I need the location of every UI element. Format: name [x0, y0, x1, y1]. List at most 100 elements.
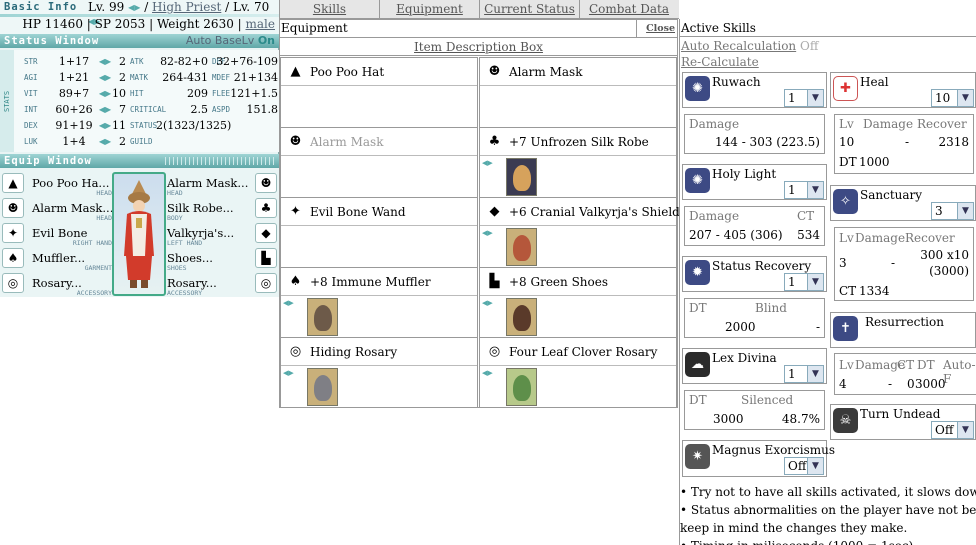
status-recovery-level-select[interactable]: 1 ▼: [784, 273, 824, 291]
sanctuary-lv: 3: [839, 256, 847, 270]
stat-label: AGI: [24, 73, 38, 82]
ruwach-damage: 144 - 303 (223.5): [714, 135, 820, 149]
stat-label: STR: [24, 57, 38, 66]
close-button[interactable]: Close: [646, 20, 675, 37]
ruwach-level-value: 1: [788, 91, 796, 105]
equip-slot[interactable]: ◆ Valkyrja's... LEFT HAND: [167, 220, 279, 247]
equipment-slot[interactable]: ▲ Poo Poo Hat: [280, 57, 478, 128]
lex-divina-details: DT Silenced 3000 48.7%: [684, 390, 825, 430]
stat-cost: 11: [112, 119, 126, 132]
lex-divina-level-select[interactable]: 1 ▼: [784, 365, 824, 383]
stat-row: LUK 1+4 ◀▶ 2 GUILD: [16, 134, 278, 150]
card-arrows-icon[interactable]: ◀▶: [283, 299, 294, 307]
magnus-level-select[interactable]: Off ▼: [784, 457, 824, 475]
equipment-slot[interactable]: ▙ +8 Green Shoes ◀▶: [479, 267, 677, 338]
skill-name: Ruwach: [712, 75, 761, 89]
equipment-name: Evil Bone Wand: [310, 205, 406, 219]
note-line: • Timing in miliseconds (1000 = 1sec): [680, 537, 976, 545]
equipment-slot[interactable]: ◆ +6 Cranial Valkyrja's Shield ◀▶: [479, 197, 680, 268]
status-recovery-level-value: 1: [788, 275, 796, 289]
equipment-slot[interactable]: ◎ Hiding Rosary ◀▶: [280, 337, 478, 408]
gender-link[interactable]: male: [246, 17, 275, 31]
card-arrows-icon[interactable]: ◀▶: [283, 369, 294, 377]
equip-slot[interactable]: ♣ Silk Robe... BODY: [167, 195, 279, 222]
derived-value: 82-82+0: [160, 55, 208, 68]
character-panel: Basic Info Lv. 99 ◀▶ / High Priest / Lv.…: [0, 0, 279, 297]
card-arrows-icon[interactable]: ◀▶: [482, 369, 493, 377]
equip-slot[interactable]: ▲ Poo Poo Ha... HEAD: [0, 170, 112, 197]
equip-slot[interactable]: ▙ Shoes... SHOES: [167, 245, 279, 272]
stat-row: VIT 89+7 ◀▶ 10 HIT 209 FLEE 121+1.5: [16, 86, 278, 102]
tab-combat-data[interactable]: Combat Data: [579, 0, 678, 19]
weight-value: Weight 2630: [156, 17, 234, 31]
damage-header: Damage: [689, 117, 740, 131]
tab-equipment[interactable]: Equipment: [379, 0, 479, 19]
turn-undead-level-value: Off: [935, 423, 954, 437]
ruwach-icon: ✺: [685, 76, 710, 101]
stat-value: 1+21: [58, 71, 90, 84]
card-arrows-icon[interactable]: ◀▶: [482, 229, 493, 237]
sanctuary-ct: 1334: [859, 284, 890, 298]
auto-base-lv-value: On: [257, 34, 275, 47]
card-arrows-icon[interactable]: ◀▶: [482, 159, 493, 167]
card-figure: [513, 165, 531, 191]
equipment-slot[interactable]: ☻ Alarm Mask: [280, 127, 478, 198]
base-level-arrows-icon[interactable]: ◀▶: [128, 3, 140, 12]
card-arrows-icon[interactable]: ◀▶: [482, 299, 493, 307]
alarm-mask-icon: ☻: [255, 173, 277, 193]
ruwach-level-select[interactable]: 1 ▼: [784, 89, 824, 107]
status-recovery-details: DT Blind 2000 -: [684, 298, 825, 338]
equipment-slot[interactable]: ♠ +8 Immune Muffler ◀▶: [280, 267, 478, 338]
heal-dt: 1000: [859, 155, 890, 169]
equipment-slot[interactable]: ◎ Four Leaf Clover Rosary ◀▶: [479, 337, 677, 408]
stat-label: LUK: [24, 137, 38, 146]
heal-icon: ✚: [833, 76, 858, 101]
equip-slot-position: ACCESSORY: [76, 289, 112, 297]
equipment-slot[interactable]: ☻ Alarm Mask: [479, 57, 677, 128]
card-image: [506, 228, 537, 266]
stat-cost: 7: [119, 103, 126, 116]
wand-icon: ✦: [2, 223, 24, 243]
stat-value: 60+26: [55, 103, 93, 116]
equip-slot[interactable]: ☻ Alarm Mask... HEAD: [167, 170, 279, 197]
equipment-slot[interactable]: ✦ Evil Bone Wand: [280, 197, 478, 268]
item-description-box[interactable]: Item Description Box: [280, 38, 677, 56]
alarm-mask-icon: ☻: [2, 198, 24, 218]
heal-level-select[interactable]: 10 ▼: [931, 89, 974, 107]
turn-undead-level-select[interactable]: Off ▼: [931, 421, 974, 439]
holy-light-level-select[interactable]: 1 ▼: [784, 181, 824, 199]
resurrection-lv: 4: [839, 377, 847, 391]
auto-base-lv-toggle[interactable]: Auto BaseLv On: [186, 34, 275, 48]
stat-value: 91+19: [55, 119, 93, 132]
equip-window-title: Equip Window: [4, 155, 92, 167]
status-recovery-icon: ✹: [685, 260, 710, 285]
holy-light-damage: 207 - 405 (306): [689, 228, 783, 242]
rosary-icon: ◎: [2, 273, 24, 293]
tab-current-status[interactable]: Current Status: [479, 0, 579, 19]
equip-slot[interactable]: ♠ Muffler... GARMENT: [0, 245, 112, 272]
skill-name: Resurrection: [865, 315, 944, 329]
auto-recalc-toggle[interactable]: Auto Recalculation: [681, 39, 796, 53]
tab-skills[interactable]: Skills: [279, 0, 379, 19]
wand-icon: ✦: [290, 204, 301, 219]
job-class-link[interactable]: High Priest: [152, 0, 221, 14]
dt-header: DT: [689, 301, 707, 315]
resurrection-ct: 0: [907, 377, 915, 391]
skill-holy-light: ✺ Holy Light 1 ▼: [682, 164, 827, 200]
holy-light-level-value: 1: [788, 183, 796, 197]
lv-header: Lv: [839, 358, 854, 372]
poo-poo-hat-icon: ▲: [290, 64, 301, 79]
recalculate-button[interactable]: Re-Calculate: [681, 55, 759, 69]
equip-slot[interactable]: ◎ Rosary... ACCESSORY: [167, 270, 279, 297]
stat-cost: 2: [119, 55, 126, 68]
equipment-slot[interactable]: ♣ +7 Unfrozen Silk Robe ◀▶: [479, 127, 677, 198]
recover-header: Recover: [905, 231, 955, 245]
auto-recalc-value: Off: [800, 39, 819, 53]
lex-divina-level-value: 1: [788, 367, 796, 381]
equip-slot-name: Muffler...: [32, 251, 86, 265]
equip-slot[interactable]: ◎ Rosary... ACCESSORY: [0, 270, 112, 297]
skill-name: Lex Divina: [712, 351, 777, 365]
sanctuary-level-select[interactable]: 3 ▼: [931, 202, 974, 220]
equip-slot[interactable]: ☻ Alarm Mask... HEAD: [0, 195, 113, 222]
equip-slot[interactable]: ✦ Evil Bone RIGHT HAND: [0, 220, 112, 247]
